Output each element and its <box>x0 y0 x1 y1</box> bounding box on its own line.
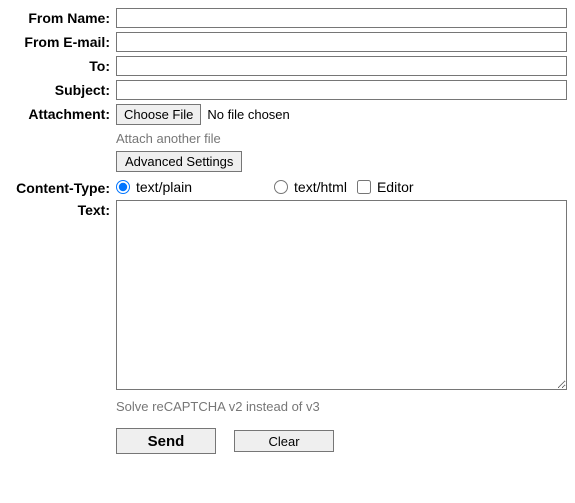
send-button[interactable]: Send <box>116 428 216 454</box>
attachment-label: Attachment: <box>8 104 116 122</box>
advanced-settings-button[interactable]: Advanced Settings <box>116 151 242 172</box>
content-type-html-option[interactable]: text/html <box>274 179 347 195</box>
content-type-plain-option[interactable]: text/plain <box>116 179 192 195</box>
text-textarea[interactable] <box>116 200 567 390</box>
from-email-label: From E-mail: <box>8 32 116 50</box>
recaptcha-switch-link[interactable]: Solve reCAPTCHA v2 instead of v3 <box>116 399 567 414</box>
content-type-label: Content-Type: <box>8 178 116 196</box>
from-name-label: From Name: <box>8 8 116 26</box>
editor-checkbox[interactable] <box>357 180 371 194</box>
from-name-input[interactable] <box>116 8 567 28</box>
choose-file-button[interactable]: Choose File <box>116 104 201 125</box>
to-input[interactable] <box>116 56 567 76</box>
editor-label: Editor <box>377 179 414 195</box>
text-label: Text: <box>8 200 116 218</box>
attach-another-link[interactable]: Attach another file <box>116 131 567 146</box>
content-type-html-label: text/html <box>294 179 347 195</box>
content-type-plain-radio[interactable] <box>116 180 130 194</box>
content-type-plain-label: text/plain <box>136 179 192 195</box>
from-email-input[interactable] <box>116 32 567 52</box>
file-status-text: No file chosen <box>207 107 289 122</box>
content-type-html-radio[interactable] <box>274 180 288 194</box>
clear-button[interactable]: Clear <box>234 430 334 452</box>
editor-option[interactable]: Editor <box>357 179 414 195</box>
subject-input[interactable] <box>116 80 567 100</box>
to-label: To: <box>8 56 116 74</box>
subject-label: Subject: <box>8 80 116 98</box>
